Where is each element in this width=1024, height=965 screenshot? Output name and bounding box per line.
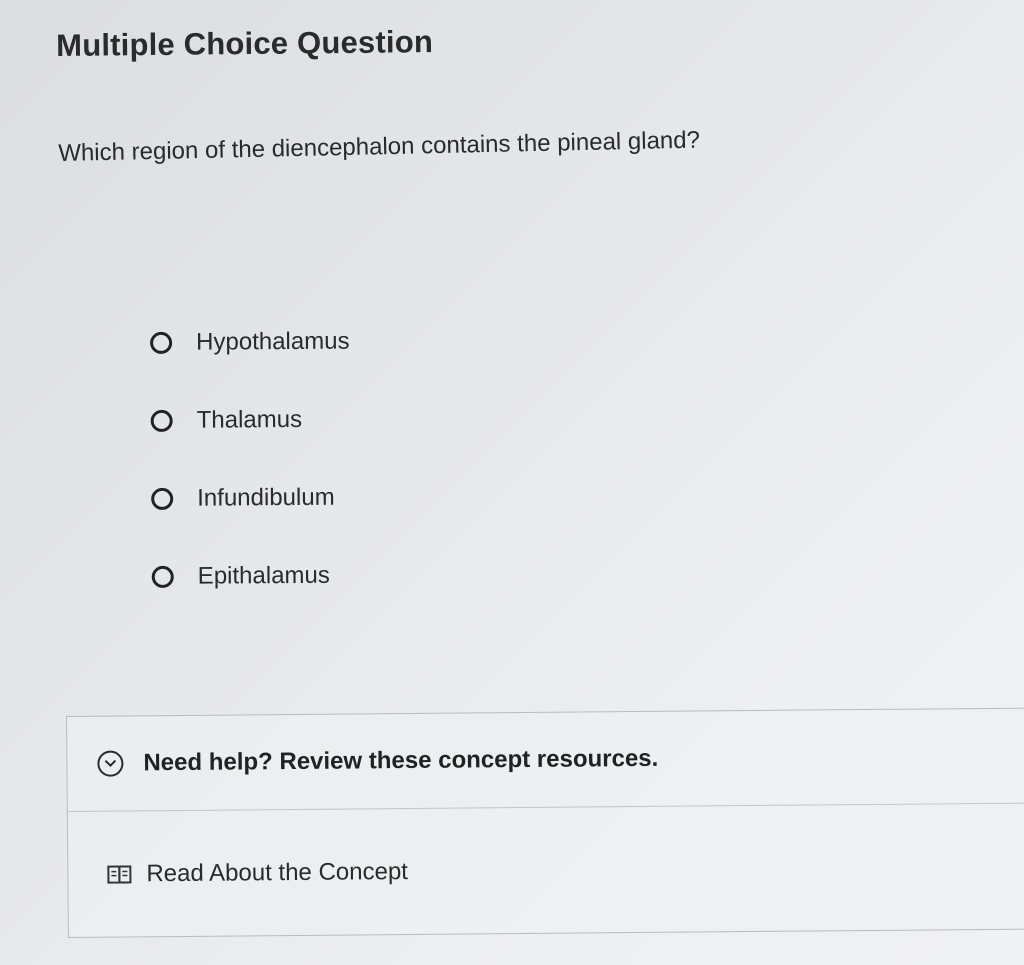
page-title: Multiple Choice Question — [56, 24, 434, 63]
read-about-concept-link[interactable]: Read About the Concept — [68, 803, 1024, 937]
chevron-down-circle-icon — [97, 750, 124, 777]
radio-button[interactable] — [150, 331, 173, 354]
concept-resources-panel: Need help? Review these concept resource… — [66, 707, 1024, 938]
radio-button[interactable] — [150, 409, 173, 432]
radio-button[interactable] — [151, 487, 174, 510]
help-title: Need help? Review these concept resource… — [143, 744, 659, 777]
radio-button[interactable] — [151, 565, 174, 588]
option-label: Hypothalamus — [196, 327, 350, 356]
answer-options: Hypothalamus Thalamus Infundibulum Epith… — [150, 322, 652, 625]
book-icon — [106, 863, 132, 885]
option-label: Infundibulum — [197, 483, 335, 512]
option-epithalamus[interactable]: Epithalamus — [151, 561, 330, 591]
option-infundibulum[interactable]: Infundibulum — [151, 484, 335, 513]
option-label: Epithalamus — [197, 561, 330, 590]
concept-resources-toggle[interactable]: Need help? Review these concept resource… — [67, 708, 1024, 812]
option-label: Thalamus — [196, 405, 303, 434]
resource-label: Read About the Concept — [146, 857, 409, 887]
option-hypothalamus[interactable]: Hypothalamus — [150, 328, 350, 357]
option-thalamus[interactable]: Thalamus — [150, 405, 303, 435]
question-text: Which region of the diencephalon contain… — [58, 126, 701, 167]
